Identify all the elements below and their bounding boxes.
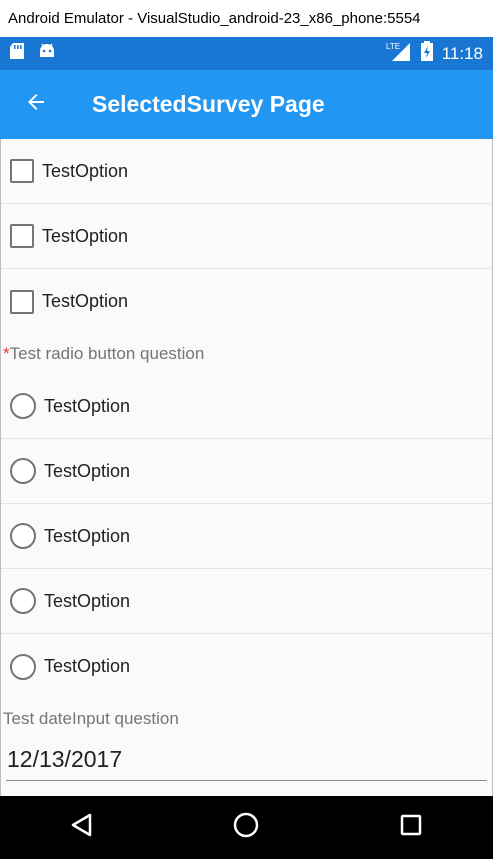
- svg-text:LTE: LTE: [386, 42, 400, 51]
- option-label: TestOption: [42, 225, 129, 246]
- date-input-field[interactable]: 12/13/2017: [6, 739, 487, 781]
- radio-option-row[interactable]: TestOption: [1, 634, 492, 699]
- radio-option-row[interactable]: TestOption: [1, 504, 492, 569]
- radio-unselected-icon[interactable]: [10, 588, 36, 614]
- radio-question-text: Test radio button question: [9, 344, 205, 363]
- android-status-bar: LTE 11:18: [0, 37, 493, 70]
- app-toolbar: SelectedSurvey Page: [0, 70, 493, 139]
- nav-back-triangle-icon: [69, 812, 95, 843]
- android-icon: [38, 43, 56, 64]
- option-label: TestOption: [44, 460, 131, 481]
- checkbox-option-row[interactable]: TestOption: [1, 269, 492, 334]
- radio-unselected-icon[interactable]: [10, 458, 36, 484]
- radio-question-label: * Test radio button question: [1, 334, 492, 374]
- radio-option-row[interactable]: TestOption: [1, 374, 492, 439]
- checkbox-option-row[interactable]: TestOption: [1, 204, 492, 269]
- sd-card-icon: [10, 43, 24, 64]
- radio-unselected-icon[interactable]: [10, 393, 36, 419]
- option-label: TestOption: [44, 395, 131, 416]
- radio-option-row[interactable]: TestOption: [1, 439, 492, 504]
- arrow-back-icon: [24, 90, 48, 119]
- nav-recents-button[interactable]: [381, 798, 441, 858]
- nav-home-circle-icon: [232, 811, 260, 844]
- android-navigation-bar: [0, 796, 493, 859]
- nav-home-button[interactable]: [216, 798, 276, 858]
- page-title: SelectedSurvey Page: [92, 91, 325, 117]
- date-question-label: Test dateInput question: [3, 709, 179, 728]
- checkbox-unchecked-icon[interactable]: [10, 289, 34, 314]
- survey-content[interactable]: TestOption TestOption TestOption * Test r…: [0, 139, 493, 796]
- radio-unselected-icon[interactable]: [10, 653, 36, 680]
- radio-option-row[interactable]: TestOption: [1, 569, 492, 634]
- battery-icon: [420, 41, 434, 66]
- required-mark: *: [3, 344, 10, 363]
- back-button[interactable]: [0, 70, 72, 139]
- radio-unselected-icon[interactable]: [10, 523, 36, 549]
- emulator-window-title: Android Emulator - VisualStudio_android-…: [0, 0, 493, 37]
- option-label: TestOption: [44, 590, 131, 611]
- nav-back-button[interactable]: [52, 798, 112, 858]
- option-label: TestOption: [42, 160, 129, 181]
- option-label: TestOption: [44, 525, 131, 546]
- status-time: 11:18: [441, 43, 483, 63]
- checkbox-unchecked-icon[interactable]: [10, 159, 34, 183]
- option-label: TestOption: [42, 291, 129, 311]
- lte-signal-icon: LTE: [386, 41, 412, 66]
- checkbox-unchecked-icon[interactable]: [10, 224, 34, 248]
- option-label: TestOption: [44, 656, 131, 676]
- nav-recents-square-icon: [399, 813, 423, 842]
- checkbox-option-row[interactable]: TestOption: [1, 139, 492, 204]
